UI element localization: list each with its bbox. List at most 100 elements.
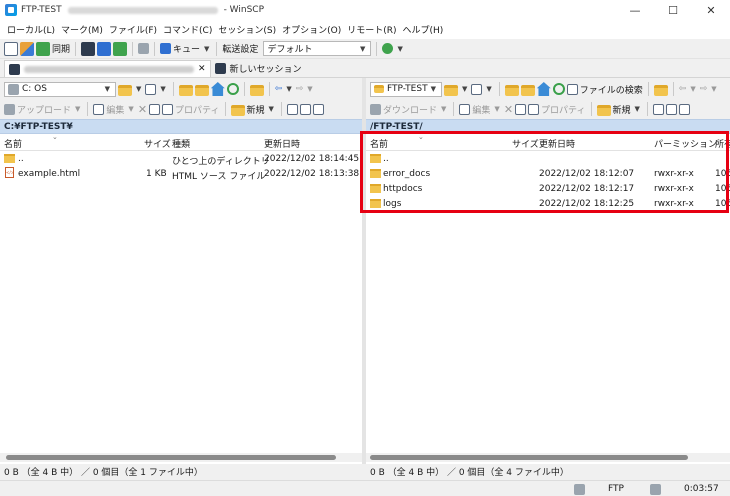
filter-files-icon[interactable] [312,103,324,115]
open-folder-icon[interactable] [444,84,458,96]
local-path-bar[interactable]: C:¥FTP-TEST¥ [0,119,362,134]
open-folder-chevron-down-icon[interactable]: ▼ [136,85,141,93]
remote-site-select[interactable]: FTP-TEST ▼ [370,81,442,97]
table-row[interactable]: httpdocs 2022/12/02 18:12:17 rwxr-xr-x 1… [366,181,730,196]
delete-icon[interactable]: ✕ [138,103,147,116]
refresh-icon[interactable] [226,83,239,95]
filter-chevron-down-icon[interactable]: ▼ [486,85,491,93]
parent-directory-icon[interactable] [504,84,519,96]
forward-chevron-down-icon[interactable]: ▼ [711,85,716,93]
globe-chevron-down-icon[interactable]: ▼ [397,45,402,53]
edit-button-label[interactable]: 編集 [106,103,124,116]
edit-icon[interactable] [93,103,105,115]
menu-file[interactable]: ファイル(F) [106,23,160,36]
menu-session[interactable]: セッション(S) [215,23,279,36]
preferences-gear-icon[interactable] [138,43,150,54]
back-chevron-down-icon[interactable]: ▼ [286,85,291,93]
console-icon[interactable] [81,41,96,56]
new-button-label[interactable]: 新規 [247,103,265,116]
filter-icon[interactable] [471,83,483,95]
edit-chevron-down-icon[interactable]: ▼ [494,105,499,113]
rename-icon[interactable] [149,103,161,115]
properties-button-label[interactable]: プロパティ [541,103,585,116]
synchronize-browsing-icon[interactable] [20,41,34,56]
queue-button-label[interactable]: キュー [173,42,200,55]
home-icon[interactable] [536,82,551,96]
session-tab-active[interactable]: ✕ [4,60,211,77]
unselect-icon[interactable] [299,103,311,115]
back-arrow-icon[interactable]: ⇦ [275,84,283,94]
upload-button-label[interactable]: アップロード [17,103,71,116]
new-folder-icon[interactable] [230,104,245,116]
local-drive-select[interactable]: C: OS ▼ [4,81,116,97]
back-arrow-icon[interactable]: ⇦ [679,84,687,94]
column-owner[interactable]: 所有 [715,137,730,150]
column-modified[interactable]: 更新日時 [264,137,300,150]
menu-command[interactable]: コマンド(C) [160,23,215,36]
menu-options[interactable]: オプション(O) [279,23,344,36]
menu-help[interactable]: ヘルプ(H) [400,23,447,36]
menu-mark[interactable]: マーク(M) [58,23,106,36]
root-directory-icon[interactable] [194,84,209,96]
forward-arrow-icon[interactable]: ⇨ [296,84,304,94]
sync-icon[interactable] [36,41,50,56]
new-button-label[interactable]: 新規 [613,103,631,116]
table-row[interactable]: example.html 1 KB HTML ソース ファイル 2022/12/… [0,166,362,182]
bookmark-folder-icon[interactable] [249,84,264,96]
table-row[interactable]: error_docs 2022/12/02 18:12:07 rwxr-xr-x… [366,166,730,181]
download-chevron-down-icon[interactable]: ▼ [441,105,446,113]
table-row[interactable]: .. [366,151,730,166]
putty-icon[interactable] [97,41,112,56]
filter-icon[interactable] [145,83,157,95]
new-session-tab[interactable]: 新しいセッション [211,60,306,77]
find-files-label[interactable]: ファイルの検索 [580,83,643,96]
globe-icon[interactable] [382,43,394,54]
bookmark-folder-icon[interactable] [653,84,668,96]
filter-chevron-down-icon[interactable]: ▼ [160,85,165,93]
root-directory-icon[interactable] [520,84,535,96]
select-all-icon[interactable] [286,103,298,115]
open-folder-chevron-down-icon[interactable]: ▼ [462,85,467,93]
download-button-label[interactable]: ダウンロード [383,103,437,116]
column-name[interactable]: 名前 [4,137,22,150]
upload-chevron-down-icon[interactable]: ▼ [75,105,80,113]
queue-chevron-down-icon[interactable]: ▼ [204,45,209,53]
menu-local[interactable]: ローカル(L) [4,23,58,36]
forward-arrow-icon[interactable]: ⇨ [700,84,708,94]
table-row[interactable]: .. ひとつ上のディレクトリ 2022/12/02 18:14:45 [0,151,362,167]
properties-icon[interactable] [162,103,174,115]
transfer-preset-select[interactable]: デフォルト ▼ [263,41,372,56]
upload-icon[interactable] [4,103,15,115]
tab-close-icon[interactable]: ✕ [198,64,206,74]
column-type[interactable]: 種類 [172,137,190,150]
select-all-icon[interactable] [652,103,664,115]
close-button[interactable]: ✕ [692,0,730,20]
refresh-icon[interactable] [552,83,565,95]
column-size[interactable]: サイズ [144,137,171,150]
column-permissions[interactable]: パーミッション [654,137,717,150]
new-chevron-down-icon[interactable]: ▼ [269,105,274,113]
maximize-button[interactable]: ☐ [654,0,692,20]
back-chevron-down-icon[interactable]: ▼ [690,85,695,93]
scrollbar-thumb[interactable] [6,455,336,460]
column-name[interactable]: 名前 [370,137,388,150]
new-folder-icon[interactable] [596,104,611,116]
minimize-button[interactable]: — [616,0,654,20]
queue-icon[interactable] [160,43,172,54]
scrollbar-thumb[interactable] [370,455,688,460]
column-modified[interactable]: 更新日時 [539,137,575,150]
compare-directories-icon[interactable] [4,41,18,56]
column-size[interactable]: サイズ [512,137,539,150]
edit-chevron-down-icon[interactable]: ▼ [128,105,133,113]
unselect-icon[interactable] [665,103,677,115]
remote-horizontal-scrollbar[interactable] [366,453,730,462]
forward-chevron-down-icon[interactable]: ▼ [307,85,312,93]
download-icon[interactable] [370,103,381,115]
menu-remote[interactable]: リモート(R) [344,23,399,36]
edit-button-label[interactable]: 編集 [472,103,490,116]
sync-button-label[interactable]: 同期 [52,42,70,55]
parent-directory-icon[interactable] [178,84,193,96]
filter-files-icon[interactable] [678,103,690,115]
properties-button-label[interactable]: プロパティ [175,103,219,116]
terminal-icon[interactable] [113,41,128,56]
